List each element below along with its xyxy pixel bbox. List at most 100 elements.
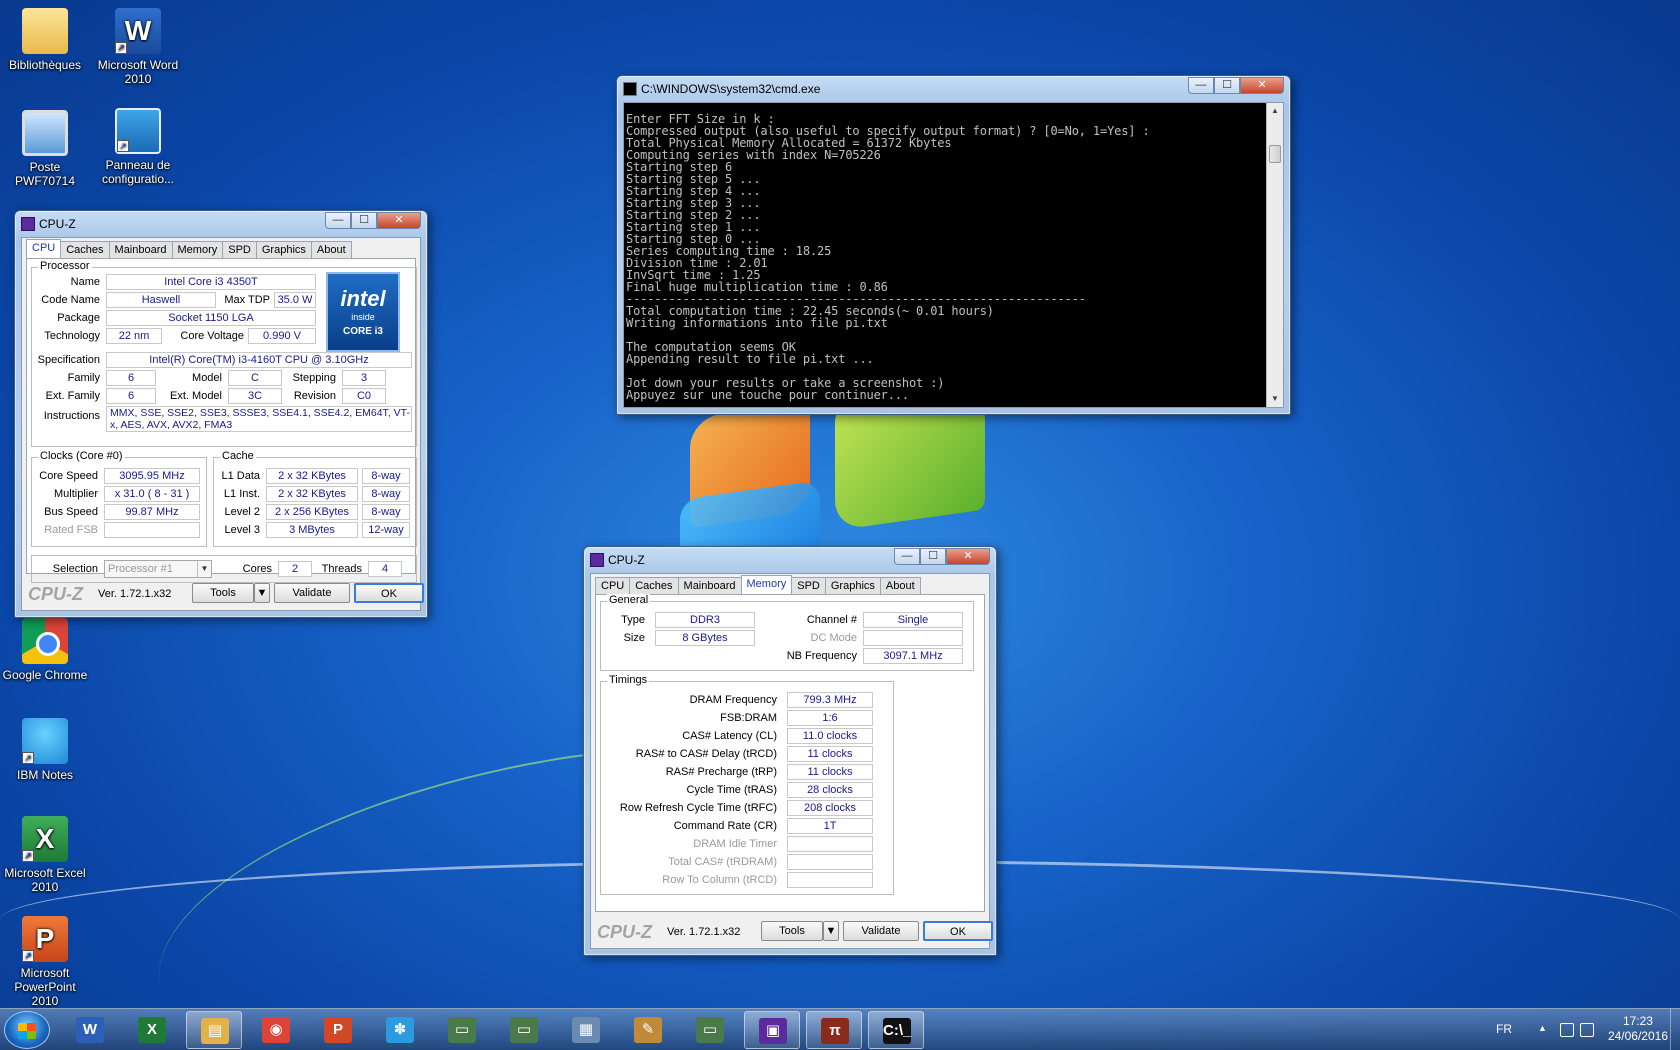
tab-mainboard[interactable]: Mainboard <box>108 241 173 259</box>
taskbar-app-excel[interactable]: X <box>124 1011 180 1049</box>
tab-caches[interactable]: Caches <box>629 577 679 595</box>
tools-dropdown-arrow-icon[interactable]: ▼ <box>823 921 839 941</box>
minimize-button[interactable]: — <box>1188 77 1214 94</box>
l1d-way: 8-way <box>362 468 410 484</box>
close-button[interactable]: ✕ <box>377 212 421 229</box>
tab-about[interactable]: About <box>879 577 921 595</box>
tab-graphics[interactable]: Graphics <box>824 577 881 595</box>
cpuz-memory-window[interactable]: CPU-Z — ☐ ✕ CPU Caches Mainboard Memory … <box>583 546 997 956</box>
show-hidden-icons-icon[interactable]: ▲ <box>1538 1023 1547 1033</box>
general-group: General Type DDR3 Size 8 GBytes Channel … <box>600 594 974 671</box>
taskbar-app-ibm-notes[interactable]: ✽ <box>372 1011 428 1049</box>
taskbar-app-app-window-3[interactable]: ▭ <box>682 1011 738 1049</box>
group-title: Processor <box>38 260 92 272</box>
maximize-button[interactable]: ☐ <box>351 212 377 229</box>
tab-memory[interactable]: Memory <box>171 241 224 259</box>
tools-button[interactable]: Tools <box>761 921 823 941</box>
processor-select[interactable]: Processor #1 ▼ <box>104 560 212 578</box>
desktop-icon-libraries[interactable]: Bibliothèques <box>0 8 90 72</box>
maxtdp-label: Max TDP <box>224 294 270 306</box>
cores-value: 2 <box>278 561 312 577</box>
desktop-icon-powerpoint[interactable]: P ↗ Microsoft PowerPoint 2010 <box>0 916 90 1008</box>
cmd-window[interactable]: C:\WINDOWS\system32\cmd.exe — ☐ ✕ Enter … <box>616 75 1291 415</box>
ok-button[interactable]: OK <box>354 583 424 603</box>
tab-cpu[interactable]: CPU <box>26 239 62 259</box>
busspeed-value: 99.87 MHz <box>104 504 200 520</box>
taskbar-app-app-window-2[interactable]: ▭ <box>496 1011 552 1049</box>
volume-icon[interactable] <box>1560 1023 1574 1037</box>
console-area[interactable]: Enter FFT Size in k : Compressed output (… <box>623 102 1284 408</box>
chevron-down-icon: ▼ <box>197 561 211 577</box>
cpuz-app-icon <box>590 553 604 567</box>
vertical-scrollbar[interactable]: ▲ ▼ <box>1266 103 1283 407</box>
maximize-button[interactable]: ☐ <box>920 548 946 565</box>
tab-graphics[interactable]: Graphics <box>255 241 312 259</box>
spec-value: Intel(R) Core(TM) i3-4160T CPU @ 3.10GHz <box>106 352 412 368</box>
desktop-icon-computer[interactable]: Poste PWF70714 <box>0 110 90 188</box>
package-label: Package <box>57 312 100 324</box>
desktop-icon-label: IBM Notes <box>16 768 73 782</box>
tab-mainboard[interactable]: Mainboard <box>677 577 742 595</box>
tab-caches[interactable]: Caches <box>60 241 110 259</box>
tools-button[interactable]: Tools <box>192 583 254 603</box>
group-title: Timings <box>607 674 650 686</box>
taskbar-app-calculator[interactable]: ▦ <box>558 1011 614 1049</box>
family-label: Family <box>67 372 100 384</box>
scroll-down-arrow-icon[interactable]: ▼ <box>1267 391 1283 407</box>
minimize-button[interactable]: — <box>894 548 920 565</box>
start-button[interactable] <box>4 1011 50 1049</box>
tab-memory[interactable]: Memory <box>740 575 793 595</box>
tab-about[interactable]: About <box>310 241 352 259</box>
desktop-icon-ibm-notes[interactable]: ↗ IBM Notes <box>0 718 90 782</box>
tools-dropdown-arrow-icon[interactable]: ▼ <box>254 583 270 603</box>
taskbar-app-word[interactable]: W <box>62 1011 118 1049</box>
taskbar-app-explorer[interactable]: ▤ <box>186 1011 242 1049</box>
clock-date: 24/06/2016 <box>1607 1029 1668 1043</box>
close-button[interactable]: ✕ <box>1240 77 1284 94</box>
word-icon: W ↗ <box>115 8 161 54</box>
excel-icon: X <box>138 1017 166 1043</box>
cpuz-cpu-window[interactable]: CPU-Z — ☐ ✕ CPU Caches Mainboard Memory … <box>14 210 428 618</box>
tab-cpu[interactable]: CPU <box>595 577 631 595</box>
taskbar-app-superpi[interactable]: π <box>806 1011 862 1049</box>
ok-button[interactable]: OK <box>923 921 993 941</box>
desktop-icon-word[interactable]: W ↗ Microsoft Word 2010 <box>93 8 183 86</box>
language-indicator[interactable]: FR <box>1496 1022 1512 1036</box>
network-icon[interactable] <box>1580 1023 1594 1037</box>
desktop-icon-chrome[interactable]: Google Chrome <box>0 618 90 682</box>
taskbar-app-app-window-1[interactable]: ▭ <box>434 1011 490 1049</box>
timing-label: Row Refresh Cycle Time (tRFC) <box>619 802 777 814</box>
corespeed-value: 3095.95 MHz <box>104 468 200 484</box>
window-title: CPU-Z <box>39 217 76 231</box>
superpi-icon: π <box>821 1018 849 1044</box>
timing-label: Total CAS# (tRDRAM) <box>668 856 777 868</box>
scroll-up-arrow-icon[interactable]: ▲ <box>1267 103 1283 119</box>
group-title: Clocks (Core #0) <box>38 450 125 462</box>
maximize-button[interactable]: ☐ <box>1214 77 1240 94</box>
cpu-z-icon: ▣ <box>759 1018 787 1044</box>
taskbar-app-chrome[interactable]: ◉ <box>248 1011 304 1049</box>
minimize-button[interactable]: — <box>325 212 351 229</box>
family-value: 6 <box>106 370 156 386</box>
taskbar-app-paint[interactable]: ✎ <box>620 1011 676 1049</box>
desktop-icon-excel[interactable]: X ↗ Microsoft Excel 2010 <box>0 816 90 894</box>
taskbar-app-cmd[interactable]: C:\_ <box>868 1011 924 1049</box>
cmd-icon: C:\_ <box>883 1018 911 1044</box>
stepping-value: 3 <box>342 370 386 386</box>
clock[interactable]: 17:23 24/06/2016 <box>1608 1014 1668 1044</box>
validate-button[interactable]: Validate <box>274 583 350 603</box>
tab-spd[interactable]: SPD <box>791 577 826 595</box>
name-value: Intel Core i3 4350T <box>106 274 316 290</box>
validate-button[interactable]: Validate <box>843 921 919 941</box>
cpuz-client-area: CPU Caches Mainboard Memory SPD Graphics… <box>590 573 993 949</box>
scroll-thumb[interactable] <box>1269 145 1281 163</box>
threads-label: Threads <box>321 563 362 575</box>
clock-time: 17:23 <box>1622 1014 1653 1028</box>
show-desktop-button[interactable] <box>1670 1009 1680 1050</box>
taskbar-app-cpu-z[interactable]: ▣ <box>744 1011 800 1049</box>
close-button[interactable]: ✕ <box>946 548 990 565</box>
desktop-icon-control-panel[interactable]: ↗ Panneau de configuratio... <box>93 108 183 186</box>
tab-spd[interactable]: SPD <box>222 241 257 259</box>
l2-label: Level 2 <box>224 506 260 518</box>
taskbar-app-powerpoint[interactable]: P <box>310 1011 366 1049</box>
